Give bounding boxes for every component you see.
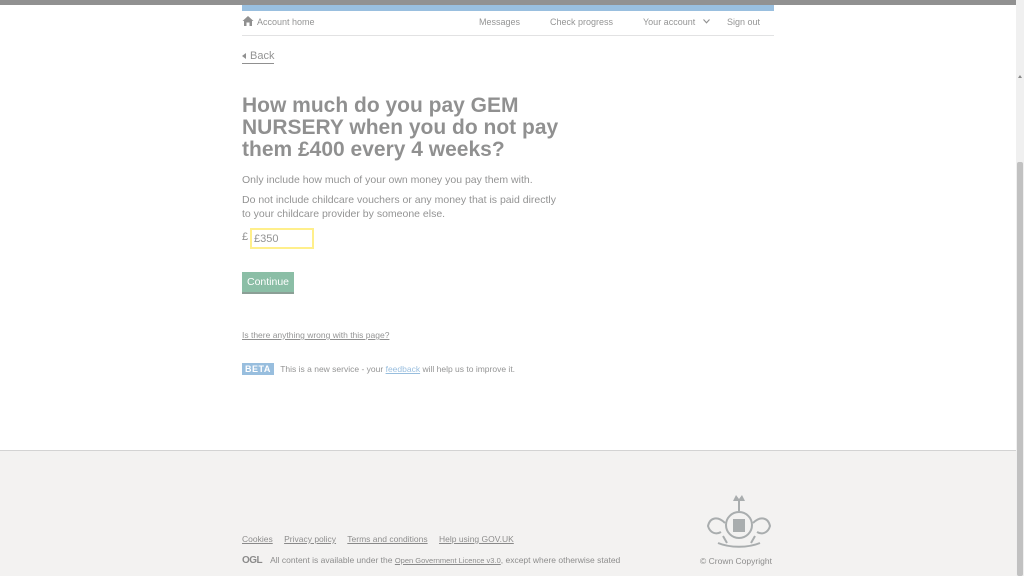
royal-crest-icon xyxy=(706,495,772,548)
footer-link-privacy[interactable]: Privacy policy xyxy=(284,534,336,544)
home-icon xyxy=(242,16,254,26)
footer: Cookies Privacy policy Terms and conditi… xyxy=(0,450,1016,576)
nav-messages[interactable]: Messages xyxy=(479,17,520,27)
scrollbar[interactable] xyxy=(1016,0,1024,576)
beta-text-before: This is a new service - your xyxy=(280,364,384,374)
currency-prefix: £ xyxy=(242,231,249,243)
licence-text-after: , except where otherwise stated xyxy=(500,555,621,565)
feedback-link[interactable]: feedback xyxy=(386,364,421,374)
hint-vouchers: Do not include childcare vouchers or any… xyxy=(242,194,556,220)
scroll-up-icon[interactable] xyxy=(1018,75,1022,78)
amount-input[interactable] xyxy=(250,228,314,249)
nav-check-progress[interactable]: Check progress xyxy=(550,17,613,27)
beta-tag: BETA xyxy=(242,363,274,375)
page: Account home Messages Check progress You… xyxy=(0,0,1016,576)
licence-link[interactable]: Open Government Licence v3.0 xyxy=(395,556,501,565)
footer-link-help[interactable]: Help using GOV.UK xyxy=(439,534,514,544)
chevron-left-icon xyxy=(242,53,246,59)
scrollbar-thumb[interactable] xyxy=(1017,162,1023,576)
page-title: How much do you pay GEM NURSERY when you… xyxy=(242,94,559,161)
beta-text-after: will help us to improve it. xyxy=(422,364,516,374)
ogl-logo: OGL xyxy=(242,555,263,566)
nav-your-account[interactable]: Your account xyxy=(643,17,695,27)
licence-text-before: All content is available under the xyxy=(270,555,393,565)
beta-banner: BETA This is a new service - your feedba… xyxy=(242,363,515,376)
footer-links: Cookies Privacy policy Terms and conditi… xyxy=(242,534,523,544)
nav-account-home[interactable]: Account home xyxy=(257,17,315,27)
back-link[interactable]: Back xyxy=(242,50,275,64)
back-link-label: Back xyxy=(250,50,275,62)
footer-link-cookies[interactable]: Cookies xyxy=(242,534,273,544)
continue-button[interactable]: Continue xyxy=(242,272,294,292)
footer-link-terms[interactable]: Terms and conditions xyxy=(347,534,427,544)
hint-own-money: Only include how much of your own money … xyxy=(242,174,533,186)
account-nav: Account home Messages Check progress You… xyxy=(242,11,774,36)
crown-copyright: © Crown Copyright xyxy=(700,556,772,566)
licence-row: OGL All content is available under the O… xyxy=(242,555,620,566)
chevron-down-icon[interactable] xyxy=(703,19,710,24)
report-problem-link[interactable]: Is there anything wrong with this page? xyxy=(242,330,389,340)
nav-sign-out[interactable]: Sign out xyxy=(727,17,760,27)
